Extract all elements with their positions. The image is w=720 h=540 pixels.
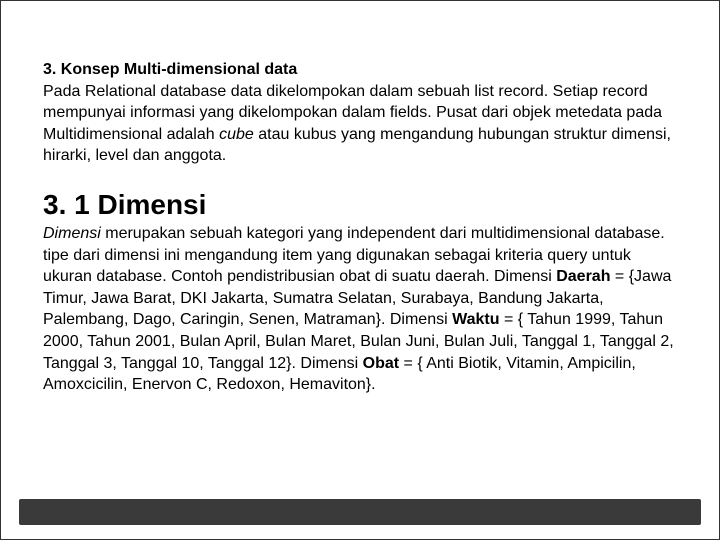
section-3-body: Pada Relational database data dikelompok… — [43, 81, 677, 167]
cube-term: cube — [219, 126, 254, 143]
section-3-1-body: Dimensi merupakan sebuah kategori yang i… — [43, 223, 677, 396]
section-3-heading: 3. Konsep Multi-dimensional data — [43, 59, 677, 81]
dimensi-daerah-label: Daerah — [556, 268, 610, 285]
dimensi-lead-word: Dimensi — [43, 225, 101, 242]
footer-bar — [19, 499, 701, 525]
dimensi-waktu-label: Waktu — [452, 311, 499, 328]
section-3-1-heading: 3. 1 Dimensi — [43, 189, 677, 221]
dimensi-obat-label: Obat — [363, 355, 399, 372]
slide: 3. Konsep Multi-dimensional data Pada Re… — [0, 0, 720, 540]
